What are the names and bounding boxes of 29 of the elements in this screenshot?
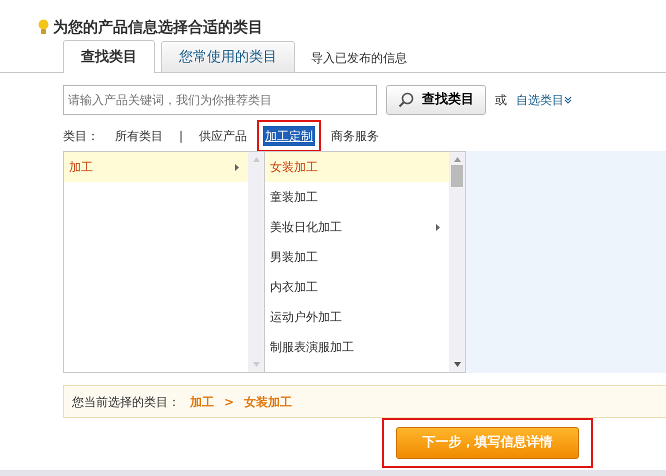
- import-link[interactable]: 导入已发布的信息: [301, 44, 417, 72]
- custom-category-link[interactable]: 自选类目: [516, 91, 572, 109]
- category-filter[interactable]: 加工定制: [263, 126, 316, 146]
- selected-category: 女装加工: [244, 394, 292, 410]
- category-item[interactable]: 加工: [64, 152, 248, 182]
- or-text: 或: [495, 92, 507, 109]
- filter-label: 类目：: [63, 128, 99, 145]
- scrollbar[interactable]: [248, 152, 264, 372]
- scroll-down-icon[interactable]: [454, 361, 460, 368]
- separator: |: [179, 128, 184, 145]
- category-filter[interactable]: 商务服务: [329, 126, 382, 146]
- selected-category: 加工: [190, 394, 214, 410]
- tab[interactable]: 您常使用的类目: [161, 41, 295, 72]
- scroll-up-icon[interactable]: [252, 156, 260, 163]
- tab[interactable]: 查找类目: [63, 40, 155, 73]
- page-heading: 为您的产品信息选择合适的类目: [53, 16, 263, 38]
- scrollbar[interactable]: [449, 152, 465, 372]
- search-icon: [398, 92, 414, 108]
- category-filter[interactable]: 所有类目: [113, 126, 165, 146]
- category-filter[interactable]: 供应产品: [197, 126, 250, 146]
- selection-label: 您当前选择的类目：: [72, 394, 180, 410]
- category-item[interactable]: 女装加工: [265, 152, 449, 182]
- path-separator: >: [224, 394, 234, 410]
- scroll-up-icon[interactable]: [454, 156, 460, 163]
- scroll-thumb[interactable]: [451, 165, 463, 187]
- chevron-down-icon: [564, 96, 572, 104]
- search-field[interactable]: 请输入产品关键词，我们为你推荐类目: [63, 85, 377, 115]
- lightbulb-icon: [38, 19, 49, 35]
- search-button[interactable]: 查找类目: [386, 85, 486, 115]
